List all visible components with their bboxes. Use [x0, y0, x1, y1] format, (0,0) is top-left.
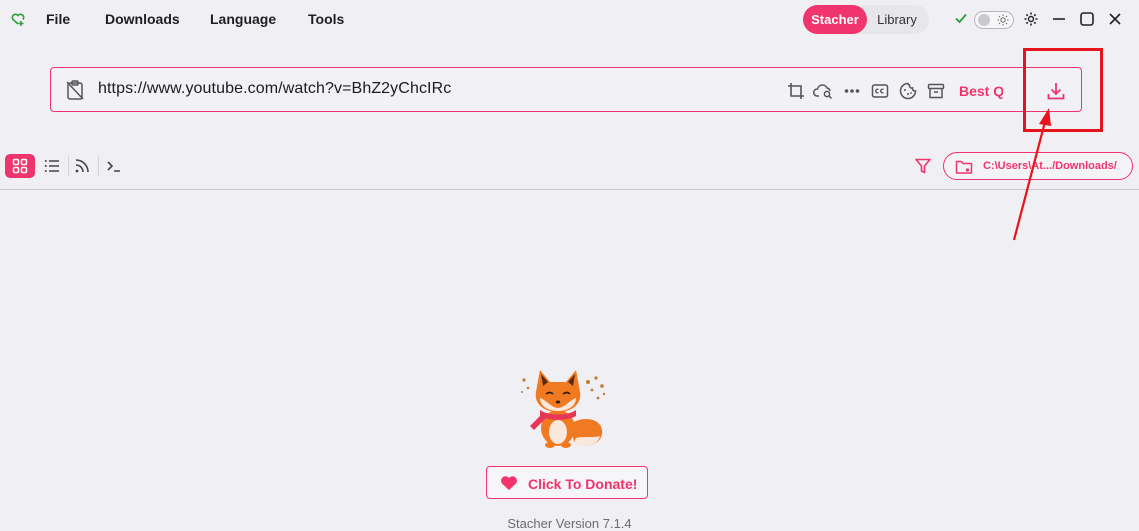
- rss-button[interactable]: [67, 154, 97, 178]
- folder-settings-icon: [955, 160, 973, 174]
- toolbar-divider-line: [0, 189, 1139, 190]
- terminal-button[interactable]: [99, 154, 129, 178]
- heart-icon: [501, 476, 517, 490]
- tab-library[interactable]: Library: [867, 5, 927, 34]
- url-input[interactable]: https://www.youtube.com/watch?v=BhZ2yChc…: [98, 80, 451, 98]
- minimize-icon[interactable]: [1051, 11, 1067, 27]
- quality-select[interactable]: Best Quality: [959, 83, 1003, 99]
- clipboard-icon[interactable]: [64, 79, 86, 101]
- filter-icon[interactable]: [914, 157, 932, 175]
- mode-switch: Stacher Library: [803, 5, 929, 34]
- menu-downloads[interactable]: Downloads: [105, 11, 180, 27]
- menu-language[interactable]: Language: [210, 11, 276, 27]
- tab-stacher[interactable]: Stacher: [803, 5, 867, 34]
- menu-tools[interactable]: Tools: [308, 11, 344, 27]
- grid-view-icon: [12, 158, 28, 174]
- captions-icon[interactable]: [871, 82, 889, 100]
- rss-icon: [75, 159, 89, 173]
- more-icon[interactable]: [843, 82, 861, 100]
- donate-label: Click To Donate!: [528, 476, 638, 492]
- version-text: Stacher Version 7.1.4: [507, 516, 632, 531]
- list-view-button[interactable]: [37, 154, 67, 178]
- maximize-icon[interactable]: [1079, 11, 1095, 27]
- menu-file[interactable]: File: [46, 11, 70, 27]
- close-icon[interactable]: [1107, 11, 1123, 27]
- toggle-knob: [978, 14, 990, 26]
- sun-icon: [997, 14, 1009, 26]
- cookie-icon[interactable]: [899, 82, 917, 100]
- check-icon: [955, 13, 967, 24]
- theme-toggle[interactable]: [974, 11, 1014, 29]
- grid-view-button[interactable]: [5, 154, 35, 178]
- terminal-icon: [107, 161, 120, 172]
- fox-mascot: [521, 370, 606, 448]
- app-logo-icon: [11, 13, 25, 26]
- donate-button[interactable]: Click To Donate!: [486, 466, 648, 499]
- crop-icon[interactable]: [787, 82, 805, 100]
- archive-icon[interactable]: [927, 82, 945, 100]
- settings-icon[interactable]: [1023, 11, 1039, 27]
- cloud-search-icon[interactable]: [813, 82, 835, 100]
- list-view-icon: [44, 160, 59, 172]
- annotation-arrow: [1012, 108, 1051, 241]
